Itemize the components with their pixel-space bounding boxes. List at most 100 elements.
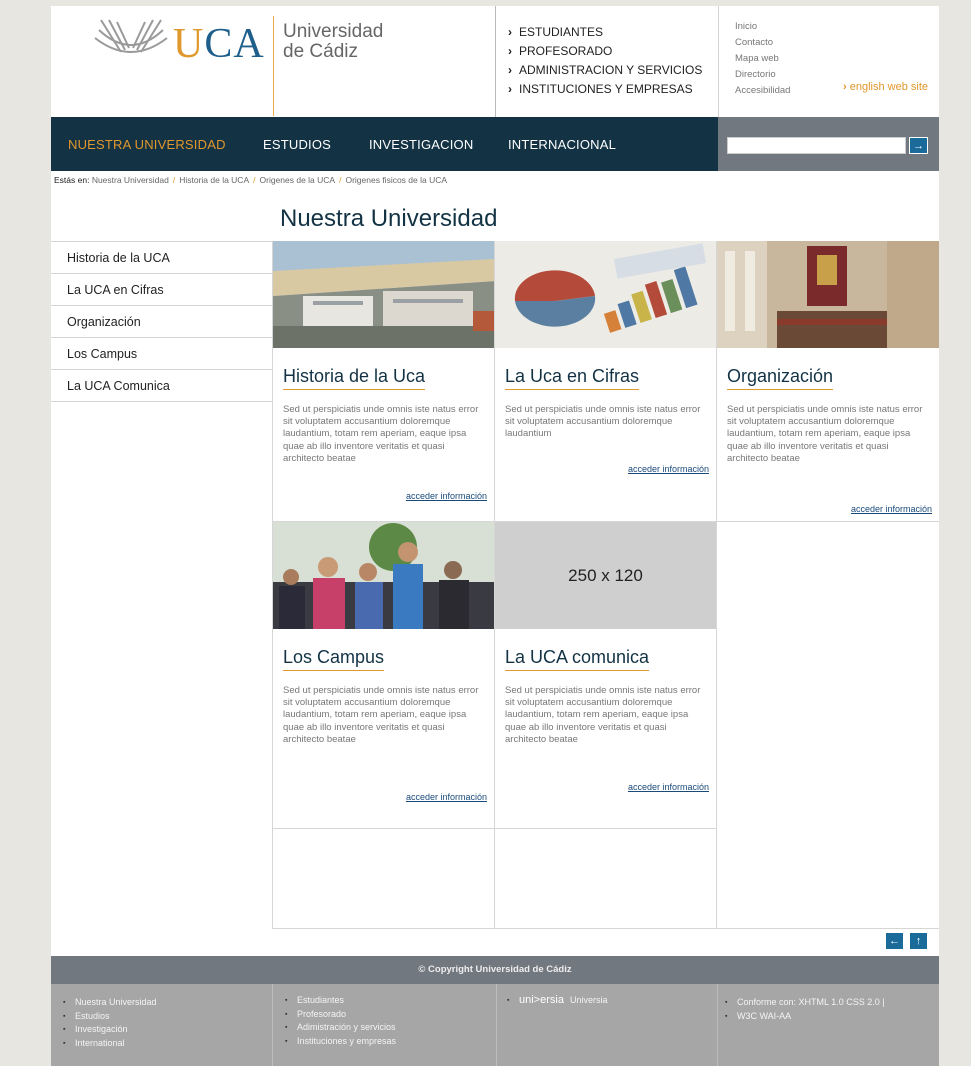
logo-u: U	[173, 21, 205, 67]
footer-col-audience: Estudiantes Profesorado Adimistración y …	[285, 984, 490, 1066]
main-nav: NUESTRA UNIVERSIDAD ESTUDIOS INVESTIGACI…	[51, 117, 718, 171]
scroll-top-button[interactable]: ↑	[910, 933, 927, 949]
sidebar-item-organizacion[interactable]: Organización	[51, 306, 272, 338]
card-title[interactable]: Historia de la Uca	[283, 366, 426, 390]
card-link[interactable]: acceder información	[406, 792, 487, 802]
footer-link[interactable]: Profesorado	[285, 1008, 490, 1022]
uca-emblem-icon	[94, 19, 168, 53]
english-site-link[interactable]: english web site	[843, 81, 928, 93]
search-bar: →	[718, 117, 939, 171]
footer-standard[interactable]: W3C WAI-AA	[725, 1010, 935, 1024]
prev-button[interactable]: ←	[886, 933, 903, 949]
card-title[interactable]: La Uca en Cifras	[505, 366, 640, 390]
university-logo[interactable]: UCA	[91, 12, 281, 67]
card-title[interactable]: Organización	[727, 366, 834, 390]
empty-cell	[495, 829, 717, 929]
search-button[interactable]: →	[909, 137, 928, 154]
card-text: Sed ut perspiciatis unde omnis iste natu…	[505, 404, 701, 440]
university-name-line1: Universidad	[283, 21, 384, 42]
pager-divider	[272, 928, 939, 929]
footer-link[interactable]: Estudiantes	[285, 994, 490, 1008]
utility-link-accesibilidad[interactable]: Accesibilidad	[735, 83, 790, 99]
page-title: Nuestra Universidad	[280, 205, 498, 232]
utility-link-mapa-web[interactable]: Mapa web	[735, 51, 790, 67]
universia-link[interactable]: uni>ersia Universia	[507, 994, 712, 1008]
card-image[interactable]	[495, 241, 716, 348]
sidebar-item-comunica[interactable]: La UCA Comunica	[51, 370, 272, 402]
audience-link-profesorado[interactable]: PROFESORADO	[508, 42, 702, 61]
card-text: Sed ut perspiciatis unde omnis iste natu…	[505, 685, 701, 745]
breadcrumb: Estás en: Nuestra Universidad / Historia d…	[54, 175, 934, 189]
card-link[interactable]: acceder información	[628, 782, 709, 792]
card-cifras: La Uca en Cifras Sed ut perspiciatis und…	[495, 241, 717, 522]
footer-standard[interactable]: Conforme con: XHTML 1.0 CSS 2.0 |	[725, 996, 935, 1010]
breadcrumb-item[interactable]: Origenes de la UCA	[260, 175, 336, 185]
utility-link-contacto[interactable]: Contacto	[735, 35, 790, 51]
card-text: Sed ut perspiciatis unde omnis iste natu…	[283, 685, 479, 745]
footer-divider	[272, 984, 273, 1066]
breadcrumb-separator: /	[339, 175, 342, 185]
card-historia: Historia de la Uca Sed ut perspiciatis u…	[273, 241, 495, 522]
sidebar: Historia de la UCA La UCA en Cifras Orga…	[51, 241, 272, 402]
card-comunica: 250 x 120 La UCA comunica Sed ut perspic…	[495, 522, 717, 829]
sidebar-item-campus[interactable]: Los Campus	[51, 338, 272, 370]
breadcrumb-item[interactable]: Nuestra Universidad	[92, 175, 169, 185]
footer-link[interactable]: Nuestra Universidad	[63, 996, 268, 1010]
image-placeholder[interactable]: 250 x 120	[495, 522, 716, 629]
charts-photo-image	[495, 241, 716, 348]
breadcrumb-separator: /	[253, 175, 256, 185]
card-link[interactable]: acceder información	[851, 504, 932, 514]
arrow-right-icon: →	[913, 140, 924, 152]
breadcrumb-item[interactable]: Historia de la UCA	[179, 175, 249, 185]
nav-item-investigacion[interactable]: INVESTIGACION	[369, 137, 473, 152]
universia-logo: uni>ersia	[519, 994, 564, 1006]
nav-item-nuestra-universidad[interactable]: NUESTRA UNIVERSIDAD	[68, 137, 226, 152]
utility-menu: Inicio Contacto Mapa web Directorio Acce…	[735, 19, 790, 99]
card-title[interactable]: La UCA comunica	[505, 647, 650, 671]
footer: Nuestra Universidad Estudios Investigaci…	[51, 984, 939, 1066]
utility-link-directorio[interactable]: Directorio	[735, 67, 790, 83]
search-input[interactable]	[727, 137, 906, 154]
breadcrumb-item-current: Origenes fisicos de la UCA	[345, 175, 448, 185]
header: UCA Universidad de Cádiz ESTUDIANTES PRO…	[51, 6, 939, 117]
footer-link[interactable]: Investigación	[63, 1023, 268, 1037]
footer-link[interactable]: International	[63, 1037, 268, 1051]
card-link[interactable]: acceder información	[406, 491, 487, 501]
coast-photo-image	[273, 241, 494, 348]
utility-link-inicio[interactable]: Inicio	[735, 19, 790, 35]
audience-link-estudiantes[interactable]: ESTUDIANTES	[508, 23, 702, 42]
copyright-bar: © Copyright Universidad de Cádiz	[51, 956, 939, 984]
nav-item-estudios[interactable]: ESTUDIOS	[263, 137, 331, 152]
audience-menu: ESTUDIANTES PROFESORADO ADMINISTRACION Y…	[508, 23, 702, 99]
empty-cell	[273, 829, 495, 929]
sidebar-item-cifras[interactable]: La UCA en Cifras	[51, 274, 272, 306]
logo-ca: CA	[204, 21, 265, 67]
footer-link[interactable]: Adimistración y servicios	[285, 1021, 490, 1035]
card-organizacion: Organización Sed ut perspiciatis unde om…	[717, 241, 939, 522]
footer-divider	[717, 984, 718, 1066]
footer-col-sections: Nuestra Universidad Estudios Investigaci…	[63, 984, 268, 1066]
footer-link[interactable]: Instituciones y empresas	[285, 1035, 490, 1049]
cards-grid: Historia de la Uca Sed ut perspiciatis u…	[272, 241, 939, 929]
logo-wordmark: UCA	[173, 20, 265, 68]
footer-divider	[496, 984, 497, 1066]
page: UCA Universidad de Cádiz ESTUDIANTES PRO…	[51, 6, 939, 1066]
footer-link[interactable]: Estudios	[63, 1010, 268, 1024]
arrow-left-icon: ←	[889, 935, 900, 947]
card-image[interactable]	[273, 241, 494, 348]
card-title[interactable]: Los Campus	[283, 647, 385, 671]
card-campus: Los Campus Sed ut perspiciatis unde omni…	[273, 522, 495, 829]
card-image[interactable]	[273, 522, 494, 629]
nav-item-internacional[interactable]: INTERNACIONAL	[508, 137, 616, 152]
card-link[interactable]: acceder información	[628, 464, 709, 474]
card-text: Sed ut perspiciatis unde omnis iste natu…	[283, 404, 479, 464]
university-name: Universidad de Cádiz	[283, 22, 383, 62]
audience-link-instituciones[interactable]: INSTITUCIONES Y EMPRESAS	[508, 80, 702, 99]
students-photo-image	[273, 522, 494, 629]
audience-link-administracion[interactable]: ADMINISTRACION Y SERVICIOS	[508, 61, 702, 80]
sidebar-item-historia[interactable]: Historia de la UCA	[51, 242, 272, 274]
card-text: Sed ut perspiciatis unde omnis iste natu…	[727, 404, 923, 464]
footer-col-standards: Conforme con: XHTML 1.0 CSS 2.0 | W3C WA…	[725, 984, 935, 1066]
header-divider	[495, 6, 496, 117]
card-image[interactable]	[717, 241, 939, 348]
